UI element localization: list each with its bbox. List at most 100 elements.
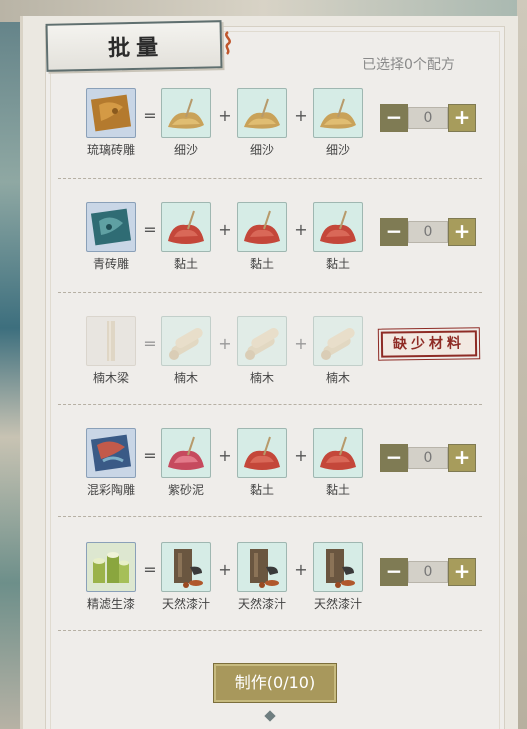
ingredient-name: 细沙 xyxy=(249,143,274,157)
ribbon-knot-icon xyxy=(225,30,231,55)
nanmu-beam-icon xyxy=(107,321,115,361)
equals-sign: = xyxy=(143,560,157,579)
ingredient-tile[interactable] xyxy=(161,542,211,592)
ingredient-tile[interactable] xyxy=(237,88,287,138)
refined-lacquer-icon xyxy=(93,552,129,583)
ingredient-tile[interactable] xyxy=(161,428,211,478)
ingredient-name: 细沙 xyxy=(173,143,198,157)
decrease-button[interactable]: − xyxy=(380,444,408,472)
nanmu-log-icon xyxy=(321,326,357,360)
page-title: 批量 xyxy=(107,34,165,62)
title-plaque: 批量 xyxy=(45,20,223,72)
increase-button[interactable]: + xyxy=(448,444,476,472)
ingredient-name: 黏土 xyxy=(325,483,350,497)
plus-sign: + xyxy=(218,334,232,353)
decrease-button[interactable]: − xyxy=(380,104,408,132)
ingredient-name: 楠木 xyxy=(249,371,274,385)
recipe-row: 琉璃砖雕 = 细沙 + 细沙 + 细沙 − 0 + xyxy=(0,88,527,198)
ingredient-name: 黏土 xyxy=(249,257,274,271)
plus-sign: + xyxy=(218,220,232,239)
increase-button[interactable]: + xyxy=(448,218,476,246)
recipe-row: 精滤生漆 = 天然漆汁 + 天然漆汁 + 天然漆汁 − 0 + xyxy=(0,542,527,652)
ingredient-tile[interactable] xyxy=(237,202,287,252)
natural-lacquer-sap-icon xyxy=(174,549,203,588)
result-name: 楠木梁 xyxy=(92,371,129,385)
recipe-row: 青砖雕 = 黏土 + 黏土 + 黏土 − 0 + xyxy=(0,202,527,312)
equals-sign: = xyxy=(143,220,157,239)
ingredient-tile[interactable] xyxy=(313,202,363,252)
purple-clay-icon xyxy=(167,436,205,471)
row-divider xyxy=(58,404,482,405)
quantity-stepper: − 0 + xyxy=(380,444,476,472)
plus-sign: + xyxy=(294,106,308,125)
ingredient-tile[interactable] xyxy=(313,316,363,366)
result-name: 青砖雕 xyxy=(92,257,129,271)
ingredient-tile[interactable] xyxy=(161,88,211,138)
plus-sign: + xyxy=(218,560,232,579)
result-name: 混彩陶雕 xyxy=(86,483,135,497)
clay-icon xyxy=(167,210,205,245)
increase-button[interactable]: + xyxy=(448,104,476,132)
missing-materials-stamp: 缺少材料 xyxy=(377,327,481,361)
ingredient-tile[interactable] xyxy=(237,316,287,366)
quantity-value[interactable]: 0 xyxy=(408,561,448,583)
clay-icon xyxy=(319,436,357,471)
quantity-stepper: − 0 + xyxy=(380,558,476,586)
plus-sign: + xyxy=(294,560,308,579)
result-name: 琉璃砖雕 xyxy=(86,143,135,157)
clay-icon xyxy=(243,210,281,245)
plus-sign: + xyxy=(294,334,308,353)
mixed-color-pottery-icon xyxy=(90,434,132,472)
glazed-brick-carving-icon xyxy=(90,94,132,132)
plus-sign: + xyxy=(218,106,232,125)
fine-sand-icon xyxy=(243,98,281,130)
fine-sand-icon xyxy=(167,98,205,130)
plus-sign: + xyxy=(294,446,308,465)
ingredient-tile[interactable] xyxy=(161,316,211,366)
quantity-stepper: − 0 + xyxy=(380,218,476,246)
ingredient-tile[interactable] xyxy=(237,542,287,592)
recipe-row: 楠木梁 = 楠木 + 楠木 + 楠木 缺少材料 xyxy=(0,316,527,426)
quantity-stepper: − 0 + xyxy=(380,104,476,132)
equals-sign: = xyxy=(143,106,157,125)
craft-button[interactable]: 制作(0/10) xyxy=(213,663,337,703)
ingredient-name: 黏土 xyxy=(325,257,350,271)
ingredient-name: 楠木 xyxy=(173,371,198,385)
refined-lacquer-tile[interactable] xyxy=(86,542,136,592)
row-divider xyxy=(58,178,482,179)
decrease-button[interactable]: − xyxy=(380,218,408,246)
fine-sand-icon xyxy=(319,98,357,130)
row-divider xyxy=(58,630,482,631)
quantity-value[interactable]: 0 xyxy=(408,447,448,469)
clay-icon xyxy=(243,436,281,471)
blue-brick-carving-tile[interactable] xyxy=(86,202,136,252)
ingredient-tile[interactable] xyxy=(161,202,211,252)
ingredient-name: 天然漆汁 xyxy=(161,597,210,611)
nanmu-log-icon xyxy=(245,326,281,360)
natural-lacquer-sap-icon xyxy=(250,549,279,588)
recipe-row: 混彩陶雕 = 紫砂泥 + 黏土 + 黏土 − 0 + xyxy=(0,428,527,538)
nanmu-log-icon xyxy=(169,326,205,360)
row-divider xyxy=(58,516,482,517)
ingredient-tile[interactable] xyxy=(313,428,363,478)
ingredient-name: 楠木 xyxy=(325,371,350,385)
mixed-color-pottery-tile[interactable] xyxy=(86,428,136,478)
row-divider xyxy=(58,292,482,293)
ingredient-name: 紫砂泥 xyxy=(167,483,204,497)
decrease-button[interactable]: − xyxy=(380,558,408,586)
glazed-brick-carving-tile[interactable] xyxy=(86,88,136,138)
ingredient-name: 细沙 xyxy=(325,143,350,157)
result-name: 精滤生漆 xyxy=(86,597,135,611)
natural-lacquer-sap-icon xyxy=(326,549,355,588)
plus-sign: + xyxy=(218,446,232,465)
nanmu-beam-tile[interactable] xyxy=(86,316,136,366)
ingredient-tile[interactable] xyxy=(237,428,287,478)
quantity-value[interactable]: 0 xyxy=(408,221,448,243)
plus-sign: + xyxy=(294,220,308,239)
increase-button[interactable]: + xyxy=(448,558,476,586)
selected-count-text: 已选择0个配方 xyxy=(362,57,455,73)
quantity-value[interactable]: 0 xyxy=(408,107,448,129)
ingredient-name: 黏土 xyxy=(249,483,274,497)
ingredient-tile[interactable] xyxy=(313,88,363,138)
ingredient-tile[interactable] xyxy=(313,542,363,592)
